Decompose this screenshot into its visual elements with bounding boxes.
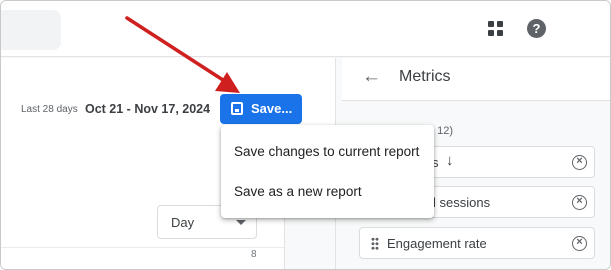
top-app-bar: ? — [1, 1, 610, 57]
app-window: ? Last 28 days Oct 21 - Nov 17, 2024 Sav… — [0, 0, 611, 270]
sort-descending-icon[interactable]: ↓ — [446, 152, 454, 169]
save-button-label: Save... — [251, 101, 293, 116]
remove-circle-icon[interactable]: × — [572, 236, 587, 251]
menu-item-save-as-new[interactable]: Save as a new report — [221, 172, 434, 212]
search-bar[interactable] — [1, 10, 61, 50]
axis-tick-label: 8 — [251, 249, 257, 260]
arrow-left-icon[interactable]: ← — [362, 67, 381, 87]
metric-chip-label: l sessions — [433, 195, 491, 210]
save-button[interactable]: Save... — [220, 94, 302, 124]
metrics-panel-title: Metrics — [399, 68, 451, 85]
date-range-label: Last 28 days — [21, 104, 78, 115]
apps-grid-icon[interactable] — [488, 21, 504, 37]
save-options-menu: Save changes to current report Save as a… — [221, 125, 434, 218]
chart-gridline — [1, 247, 285, 248]
help-circle-icon[interactable]: ? — [527, 19, 546, 38]
drag-handle-icon[interactable] — [371, 237, 379, 250]
remove-circle-icon[interactable]: × — [572, 195, 587, 210]
floppy-disk-icon — [231, 102, 243, 115]
metric-chip[interactable]: Engagement rate × — [359, 227, 595, 259]
chevron-down-icon — [236, 220, 246, 225]
remove-circle-icon[interactable]: × — [572, 155, 587, 170]
menu-item-label: Save as a new report — [234, 184, 362, 199]
menu-item-save-changes[interactable]: Save changes to current report — [221, 132, 434, 172]
menu-item-label: Save changes to current report — [234, 144, 420, 159]
metrics-panel-header — [342, 58, 610, 101]
date-range-value[interactable]: Oct 21 - Nov 17, 2024 — [85, 102, 210, 116]
metric-chip-label: Engagement rate — [387, 236, 487, 251]
granularity-value: Day — [171, 215, 195, 230]
